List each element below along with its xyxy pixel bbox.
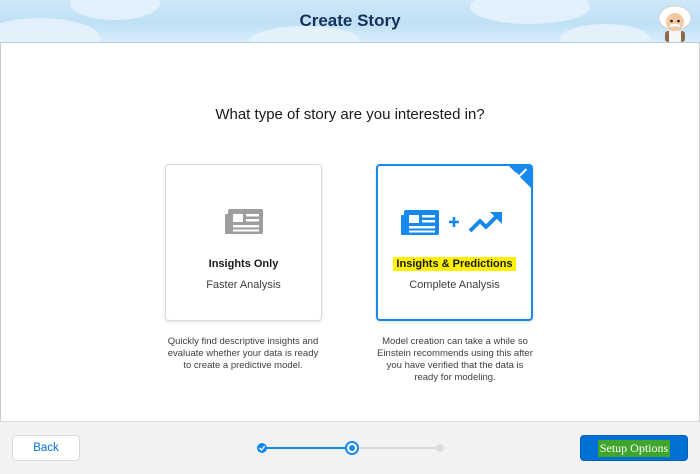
- modal-footer: Back Setup Options: [0, 421, 700, 474]
- checkmark-icon: [514, 168, 528, 178]
- card-title: Insights & Predictions: [378, 257, 531, 271]
- modal-title: Create Story: [299, 11, 401, 30]
- card-subtitle: Faster Analysis: [206, 279, 281, 291]
- progress-step-current[interactable]: [345, 441, 359, 455]
- progress-indicator: [257, 441, 444, 455]
- einstein-avatar: [658, 5, 692, 42]
- setup-options-label: Setup Options: [597, 439, 671, 457]
- back-button[interactable]: Back: [12, 435, 80, 461]
- setup-options-button[interactable]: Setup Options: [580, 435, 688, 461]
- insights-predictions-card[interactable]: Insights & Predictions Complete Analysis: [376, 164, 533, 321]
- modal-frame: [0, 0, 700, 474]
- insights-predictions-description: Model creation can take a while so Einst…: [377, 336, 533, 383]
- newspaper-plus-trend-icon: [378, 202, 531, 242]
- progress-step-upcoming[interactable]: [436, 444, 444, 452]
- story-type-question: What type of story are you interested in…: [215, 106, 485, 123]
- newspaper-icon: [166, 201, 321, 241]
- card-title: Insights Only: [208, 258, 279, 270]
- modal-header: Create Story: [0, 0, 700, 43]
- insights-only-description: Quickly find descriptive insights and ev…: [167, 336, 319, 371]
- card-subtitle: Complete Analysis: [409, 279, 500, 291]
- progress-step-complete[interactable]: [257, 443, 267, 453]
- card-title-highlight: Insights & Predictions: [393, 257, 516, 271]
- insights-only-card[interactable]: Insights Only Faster Analysis: [165, 164, 322, 321]
